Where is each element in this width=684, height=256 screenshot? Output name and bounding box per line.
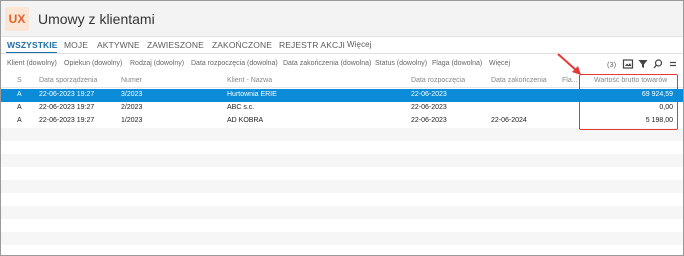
cell-status: A xyxy=(17,91,22,98)
empty-row xyxy=(1,141,683,154)
cell-number: 2/2023 xyxy=(121,104,143,111)
tab-moje[interactable]: MOJE xyxy=(64,40,88,50)
cell-end-date: 22-06-2024 xyxy=(491,117,527,124)
empty-row xyxy=(1,206,683,219)
filter-status[interactable]: Status (dowolny) xyxy=(375,60,427,67)
cell-date-created: 22-06-2023 19:27 xyxy=(39,104,95,111)
cell-date-created: 22-06-2023 19:27 xyxy=(39,91,95,98)
tab-rejestr-akcji[interactable]: REJESTR AKCJI xyxy=(279,40,345,50)
tab-wiecej[interactable]: Więcej xyxy=(347,40,372,49)
app-header: UX Umowy z klientami xyxy=(1,1,683,37)
cell-number: 3/2023 xyxy=(121,91,143,98)
empty-row xyxy=(1,167,683,180)
tab-zakonczone[interactable]: ZAKOŃCZONE xyxy=(212,40,272,50)
tab-zawieszone[interactable]: ZAWIESZONE xyxy=(147,40,204,50)
window: UX Umowy z klientami WSZYSTKIE MOJE AKTY… xyxy=(0,0,684,256)
col-flaga[interactable]: Fla... xyxy=(562,77,578,84)
col-klient-nazwa[interactable]: Klient - Nazwa xyxy=(227,77,272,84)
highlight-box xyxy=(579,74,678,130)
filter-icon[interactable] xyxy=(637,58,649,70)
cell-start-date: 22-06-2023 xyxy=(411,117,447,124)
filter-data-rozpoczecia[interactable]: Data rozpoczęcia (dowolna) xyxy=(191,60,278,67)
arrow-annotation xyxy=(557,53,581,75)
cell-client: Hurtownia ERIE xyxy=(227,91,277,98)
empty-row xyxy=(1,245,683,255)
cell-date-created: 22-06-2023 19:27 xyxy=(39,117,95,124)
page-title: Umowy z klientami xyxy=(38,11,155,27)
cell-status: A xyxy=(17,104,22,111)
col-s[interactable]: S xyxy=(17,77,22,84)
empty-row xyxy=(1,219,683,232)
filter-rodzaj[interactable]: Rodzaj (dowolny) xyxy=(130,60,184,67)
menu-icon[interactable] xyxy=(667,58,679,70)
empty-row xyxy=(1,232,683,245)
export-icon[interactable] xyxy=(622,58,634,70)
filter-data-zakonczenia[interactable]: Data zakończenia (dowolna) xyxy=(283,60,371,67)
app-logo: UX xyxy=(5,7,29,31)
search-icon[interactable] xyxy=(652,58,664,70)
filter-opiekun[interactable]: Opiekun (dowolny) xyxy=(64,60,122,67)
filter-wiecej[interactable]: Więcej xyxy=(489,60,510,67)
cell-status: A xyxy=(17,117,22,124)
record-count: (3) xyxy=(607,60,617,69)
cell-number: 1/2023 xyxy=(121,117,143,124)
col-numer[interactable]: Numer xyxy=(121,77,142,84)
empty-row xyxy=(1,180,683,193)
tab-aktywne[interactable]: AKTYWNE xyxy=(97,40,140,50)
tab-wszystkie[interactable]: WSZYSTKIE xyxy=(7,40,58,50)
cell-start-date: 22-06-2023 xyxy=(411,104,447,111)
cell-client: ABC s.c. xyxy=(227,104,255,111)
col-data-rozpoczecia[interactable]: Data rozpoczęcia xyxy=(411,77,465,84)
empty-row xyxy=(1,193,683,206)
filter-klient[interactable]: Klient (dowolny) xyxy=(7,60,57,67)
cell-start-date: 22-06-2023 xyxy=(411,91,447,98)
col-data-sporzadzenia[interactable]: Data sporządzenia xyxy=(39,77,97,84)
filter-flaga[interactable]: Flaga (dowolna) xyxy=(432,60,482,67)
col-data-zakonczenia[interactable]: Data zakończenia xyxy=(491,77,547,84)
empty-row xyxy=(1,154,683,167)
cell-client: AD KOBRA xyxy=(227,117,264,124)
